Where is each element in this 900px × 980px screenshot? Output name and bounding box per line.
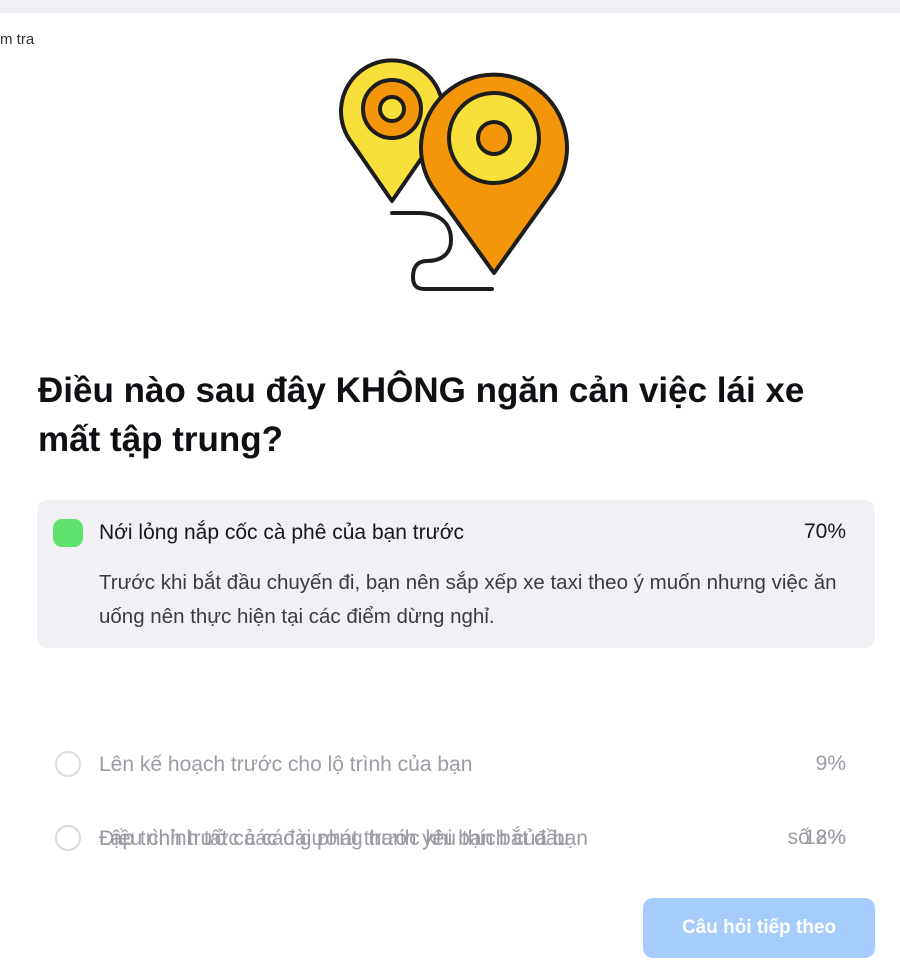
answer-option-4[interactable]: Lập trình trước các đài phát thanh yêu t… bbox=[37, 812, 875, 866]
answer-option-1[interactable]: Nới lỏng nắp cốc cà phê của bạn trước 70… bbox=[37, 500, 875, 648]
breadcrumb[interactable]: m tra bbox=[0, 31, 34, 48]
option-label: Lập trình trước các đài phát thanh yêu t… bbox=[99, 827, 588, 850]
radio-button[interactable] bbox=[55, 825, 81, 851]
map-pins-route-icon bbox=[330, 55, 580, 300]
option-label: Lên kế hoạch trước cho lộ trình của bạn bbox=[99, 753, 473, 776]
top-bar bbox=[0, 0, 900, 13]
option-percent: 9% bbox=[815, 752, 846, 775]
option-percent: 70% bbox=[803, 520, 846, 543]
answer-option-2[interactable]: Điều chỉnh tất cả các gương trước khi bạ… bbox=[37, 648, 875, 851]
option-explanation: Trước khi bắt đầu chuyến đi, bạn nên sắp… bbox=[99, 571, 837, 628]
selected-radio-indicator bbox=[53, 519, 83, 547]
answer-options: Nới lỏng nắp cốc cà phê của bạn trước 70… bbox=[37, 500, 875, 851]
radio-button[interactable] bbox=[55, 751, 81, 777]
answer-option-3[interactable]: Lên kế hoạch trước cho lộ trình của bạn … bbox=[37, 738, 875, 792]
next-question-button[interactable]: Câu hỏi tiếp theo bbox=[643, 898, 875, 958]
question-title: Điều nào sau đây KHÔNG ngăn cản việc lái… bbox=[38, 371, 805, 459]
option-percent: số 8% bbox=[787, 826, 846, 849]
option-label: Nới lỏng nắp cốc cà phê của bạn trước bbox=[99, 521, 464, 544]
